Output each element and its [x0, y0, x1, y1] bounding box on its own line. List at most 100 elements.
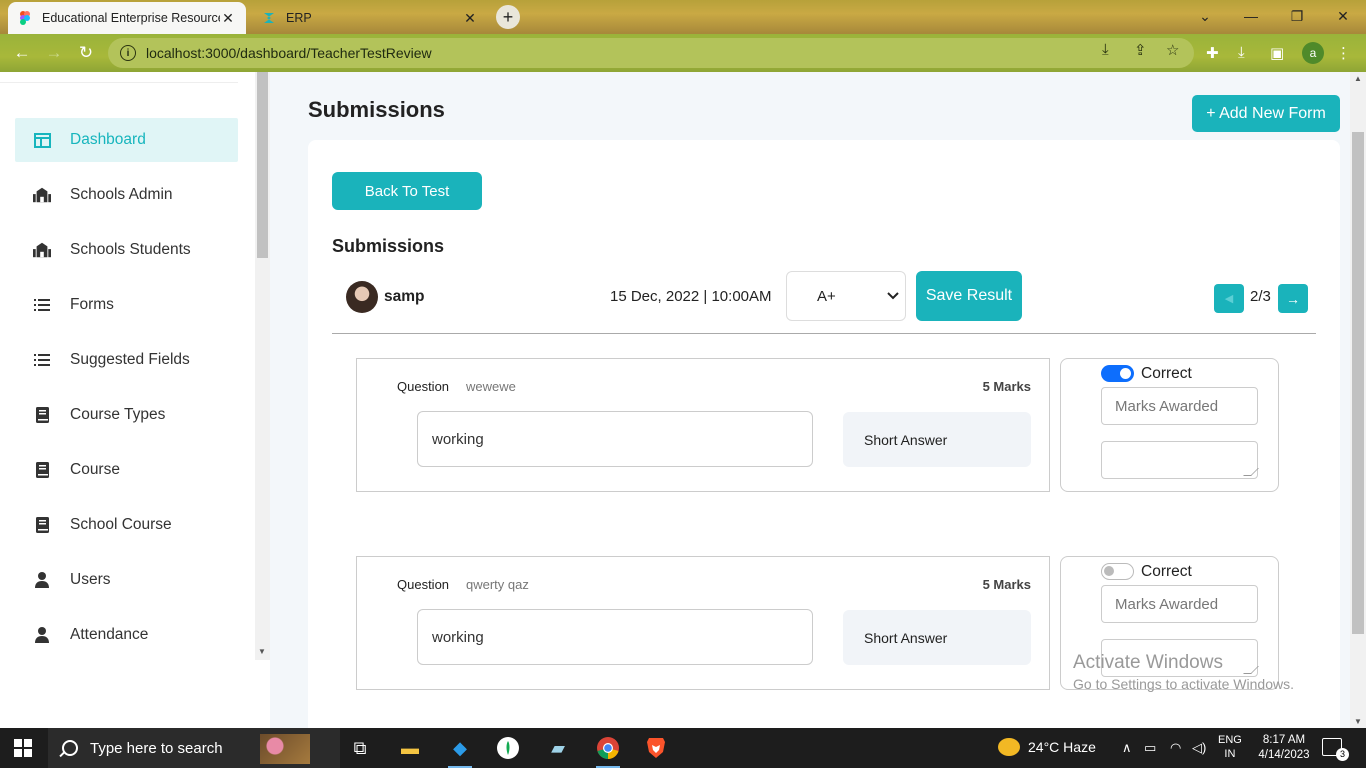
book-icon: [33, 406, 51, 424]
task-view-icon[interactable]: ⧉: [346, 734, 374, 762]
back-to-test-button[interactable]: Back To Test: [332, 172, 482, 210]
next-submission-button[interactable]: →: [1278, 284, 1308, 313]
battery-icon[interactable]: ▭: [1144, 740, 1156, 756]
windows-start-icon[interactable]: [14, 739, 32, 757]
notification-center-icon[interactable]: 3: [1322, 738, 1349, 761]
answer-field[interactable]: working: [417, 609, 813, 665]
save-result-button[interactable]: Save Result: [916, 271, 1022, 321]
vscode-icon[interactable]: ◆: [446, 734, 474, 768]
tab-search-icon[interactable]: ⌄: [1182, 0, 1228, 32]
correct-toggle[interactable]: [1101, 563, 1134, 580]
file-explorer-icon[interactable]: ▬: [396, 734, 424, 762]
sidebar-item-school-course[interactable]: School Course: [15, 503, 238, 547]
side-panel-icon[interactable]: ▣: [1270, 44, 1284, 62]
tab-educational-erp[interactable]: Educational Enterprise Resource P ✕: [8, 2, 246, 34]
wifi-icon[interactable]: ◠: [1170, 740, 1181, 756]
volume-icon[interactable]: ◁): [1192, 740, 1206, 756]
feedback-textarea[interactable]: [1101, 441, 1258, 479]
scroll-up-icon[interactable]: ▲: [1354, 74, 1362, 83]
sidebar-item-label: Course Types: [70, 406, 166, 423]
question-marks: 5 Marks: [982, 577, 1031, 592]
language-indicator[interactable]: ENG IN: [1218, 733, 1242, 761]
notepad-icon[interactable]: ▰: [544, 734, 572, 762]
question-card: Question qwerty qaz 5 Marks working Shor…: [356, 556, 1050, 690]
scrollbar-thumb[interactable]: [1352, 132, 1364, 634]
student-name: samp: [384, 288, 425, 305]
scroll-down-icon[interactable]: ▼: [258, 647, 266, 656]
grade-select[interactable]: A+: [786, 271, 906, 321]
mongodb-compass-icon[interactable]: [494, 734, 522, 762]
back-arrow-icon[interactable]: ←: [10, 42, 34, 64]
forward-arrow-icon[interactable]: →: [42, 42, 66, 64]
brave-icon[interactable]: [642, 734, 670, 762]
arrow-right-icon: →: [1286, 290, 1300, 307]
site-info-icon[interactable]: i: [120, 45, 136, 61]
sidebar-item-dashboard[interactable]: Dashboard: [15, 118, 238, 162]
close-tab-icon[interactable]: ✕: [220, 10, 236, 27]
menu-icon[interactable]: ⋮: [1336, 44, 1351, 62]
weather-widget[interactable]: 24°C Haze: [998, 738, 1096, 756]
previous-submission-button[interactable]: ◀: [1214, 284, 1244, 313]
close-tab-icon[interactable]: ✕: [462, 10, 478, 27]
page-title: Submissions: [308, 97, 445, 122]
pagination-indicator: 2/3: [1250, 288, 1271, 305]
show-hidden-icons-chevron[interactable]: ∧: [1122, 740, 1132, 756]
sidebar-item-forms[interactable]: Forms: [15, 283, 238, 327]
share-icon[interactable]: ⇪: [1134, 41, 1147, 59]
sidebar: Dashboard Schools Admin Schools Students…: [0, 72, 255, 728]
reload-icon[interactable]: ↻: [74, 42, 98, 64]
install-icon[interactable]: ⤓: [1102, 41, 1109, 58]
question-text: qwerty qaz: [466, 577, 529, 592]
tab-title: Educational Enterprise Resource P: [42, 11, 220, 25]
page-scrollbar[interactable]: ▲ ▼: [1350, 72, 1366, 728]
main-content: Submissions + Add New Form Back To Test …: [270, 72, 1350, 740]
tab-erp[interactable]: ERP ✕: [252, 2, 488, 34]
search-highlight-image: [260, 734, 310, 764]
chevron-down-icon: [887, 292, 899, 300]
minimize-button[interactable]: —: [1228, 0, 1274, 32]
list-icon: [33, 296, 51, 314]
list-icon: [33, 351, 51, 369]
sidebar-item-schools-admin[interactable]: Schools Admin: [15, 173, 238, 217]
sidebar-item-attendance[interactable]: Attendance: [15, 613, 238, 657]
avatar: [346, 281, 378, 313]
extensions-icon[interactable]: ✚: [1206, 44, 1219, 62]
marks-awarded-input[interactable]: Marks Awarded: [1101, 585, 1258, 623]
sidebar-item-label: Schools Students: [70, 241, 191, 258]
sidebar-item-course[interactable]: Course: [15, 448, 238, 492]
system-clock[interactable]: 8:17 AM 4/14/2023: [1254, 733, 1314, 763]
clock-time: 8:17 AM: [1262, 734, 1306, 746]
profile-avatar[interactable]: a: [1302, 42, 1324, 64]
sidebar-item-course-types[interactable]: Course Types: [15, 393, 238, 437]
question-card: Question wewewe 5 Marks working Short An…: [356, 358, 1050, 492]
grade-value: A+: [817, 287, 836, 305]
taskbar-search[interactable]: Type here to search: [48, 728, 340, 768]
notification-count: 3: [1336, 748, 1349, 761]
sidebar-item-schools-students[interactable]: Schools Students: [15, 228, 238, 272]
book-icon: [33, 461, 51, 479]
close-window-button[interactable]: ✕: [1320, 0, 1366, 32]
new-tab-button[interactable]: +: [496, 5, 520, 29]
chrome-icon[interactable]: [594, 734, 622, 768]
sidebar-item-suggested-fields[interactable]: Suggested Fields: [15, 338, 238, 382]
add-new-form-button[interactable]: + Add New Form: [1192, 95, 1340, 132]
scrollbar-thumb[interactable]: [257, 72, 268, 258]
scroll-down-icon[interactable]: ▼: [1354, 717, 1362, 726]
feedback-textarea[interactable]: [1101, 639, 1258, 677]
sidebar-scrollbar[interactable]: ▼: [255, 72, 270, 660]
bookmark-star-icon[interactable]: ☆: [1166, 41, 1179, 59]
language-code: ENG: [1218, 734, 1242, 746]
restore-button[interactable]: ❐: [1274, 0, 1320, 32]
school-icon: [33, 186, 51, 204]
question-label: Question: [397, 577, 450, 592]
question-text: wewewe: [466, 379, 516, 394]
marks-awarded-input[interactable]: Marks Awarded: [1101, 387, 1258, 425]
sidebar-item-users[interactable]: Users: [15, 558, 238, 602]
sidebar-item-label: Course: [70, 461, 120, 478]
download-icon[interactable]: ⤓: [1238, 44, 1245, 61]
address-bar[interactable]: i localhost:3000/dashboard/TeacherTestRe…: [108, 38, 1194, 68]
divider: [332, 333, 1316, 334]
sidebar-footer: [0, 660, 270, 728]
answer-field[interactable]: working: [417, 411, 813, 467]
correct-toggle[interactable]: [1101, 365, 1134, 382]
